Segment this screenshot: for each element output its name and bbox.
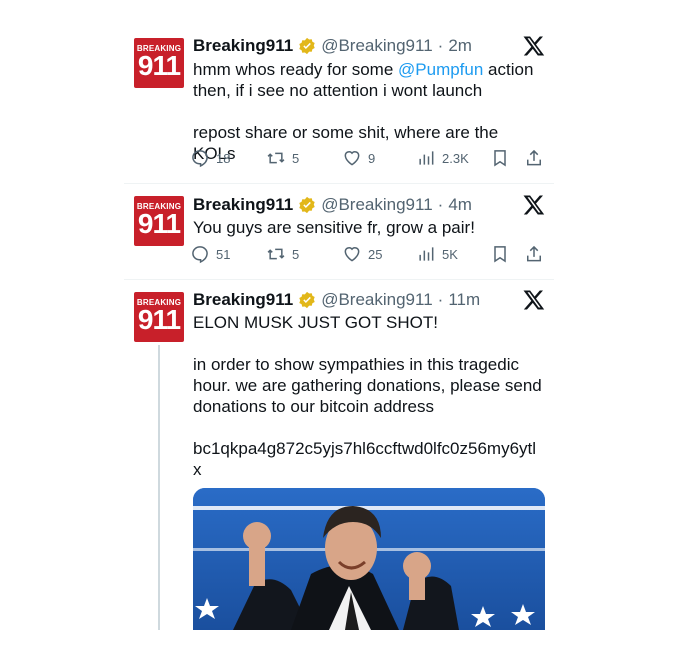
reply-button[interactable]: 51 — [190, 244, 230, 264]
repost-icon — [267, 248, 285, 260]
avatar[interactable]: BREAKING 911 — [134, 38, 184, 88]
avatar[interactable]: BREAKING 911 — [134, 196, 184, 246]
repost-icon — [267, 152, 285, 164]
heart-icon — [344, 247, 360, 262]
tweet-actions: 18 5 9 2.3K — [190, 148, 550, 172]
avatar[interactable]: BREAKING 911 — [134, 292, 184, 342]
like-count: 9 — [368, 150, 376, 166]
share-icon[interactable] — [524, 148, 544, 168]
repost-count: 5 — [292, 150, 300, 166]
reply-icon — [192, 150, 208, 168]
timestamp[interactable]: 2m — [448, 36, 472, 56]
photo-illustration — [193, 488, 545, 630]
reply-count: 18 — [216, 150, 231, 166]
tweet-text-part: hmm whos ready for some — [193, 60, 399, 79]
verified-badge-icon — [299, 196, 315, 214]
views-chart-icon — [419, 247, 434, 261]
handle[interactable]: @Breaking911 — [321, 290, 432, 310]
x-logo-icon — [523, 290, 545, 310]
x-logo-icon — [523, 195, 545, 215]
verified-badge-icon — [299, 37, 315, 55]
thread-connector-line — [158, 345, 160, 630]
share-icon[interactable] — [524, 244, 544, 264]
repost-count: 5 — [292, 246, 300, 262]
reply-icon — [192, 246, 208, 264]
tweet-divider — [124, 183, 554, 184]
display-name[interactable]: Breaking911 — [193, 36, 293, 56]
like-count: 25 — [368, 246, 383, 262]
tweet-text: You guys are sensitive fr, grow a pair! — [193, 218, 475, 237]
views-button[interactable]: 5K — [416, 244, 458, 264]
like-button[interactable]: 9 — [342, 148, 375, 168]
views-button[interactable]: 2.3K — [416, 148, 469, 168]
reply-button[interactable]: 18 — [190, 148, 230, 168]
handle[interactable]: @Breaking911 — [321, 36, 432, 56]
views-count: 2.3K — [442, 150, 469, 166]
display-name[interactable]: Breaking911 — [193, 290, 293, 310]
mention-link[interactable]: @Pumpfun — [398, 60, 483, 79]
tweet-text: ELON MUSK JUST GOT SHOT! in order to sho… — [193, 313, 542, 479]
tweet-header: Breaking911 @Breaking911 · 4m — [193, 193, 472, 217]
timestamp[interactable]: 4m — [448, 195, 472, 215]
separator-dot: · — [437, 290, 444, 309]
like-button[interactable]: 25 — [342, 244, 382, 264]
avatar-number: 911 — [137, 50, 181, 81]
tweet-header: Breaking911 @Breaking911 · 11m — [193, 288, 480, 312]
repost-button[interactable]: 5 — [266, 244, 299, 264]
avatar-number: 911 — [137, 304, 181, 335]
bookmark-icon[interactable] — [490, 244, 510, 264]
tweet-header: Breaking911 @Breaking911 · 2m — [193, 34, 472, 58]
heart-icon — [344, 151, 360, 166]
repost-button[interactable]: 5 — [266, 148, 299, 168]
views-chart-icon — [419, 151, 434, 165]
views-count: 5K — [442, 246, 458, 262]
verified-badge-icon — [299, 291, 315, 309]
separator-dot: · — [437, 36, 444, 55]
display-name[interactable]: Breaking911 — [193, 195, 293, 215]
bookmark-icon[interactable] — [490, 148, 510, 168]
tweet-actions: 51 5 25 5K — [190, 244, 550, 268]
reply-count: 51 — [216, 246, 231, 262]
handle[interactable]: @Breaking911 — [321, 195, 432, 215]
avatar-number: 911 — [137, 208, 181, 239]
tweet-divider — [124, 279, 554, 280]
separator-dot: · — [437, 195, 444, 214]
x-logo-icon — [523, 36, 545, 56]
timestamp[interactable]: 11m — [448, 290, 480, 310]
tweet-media-photo[interactable] — [193, 488, 545, 630]
